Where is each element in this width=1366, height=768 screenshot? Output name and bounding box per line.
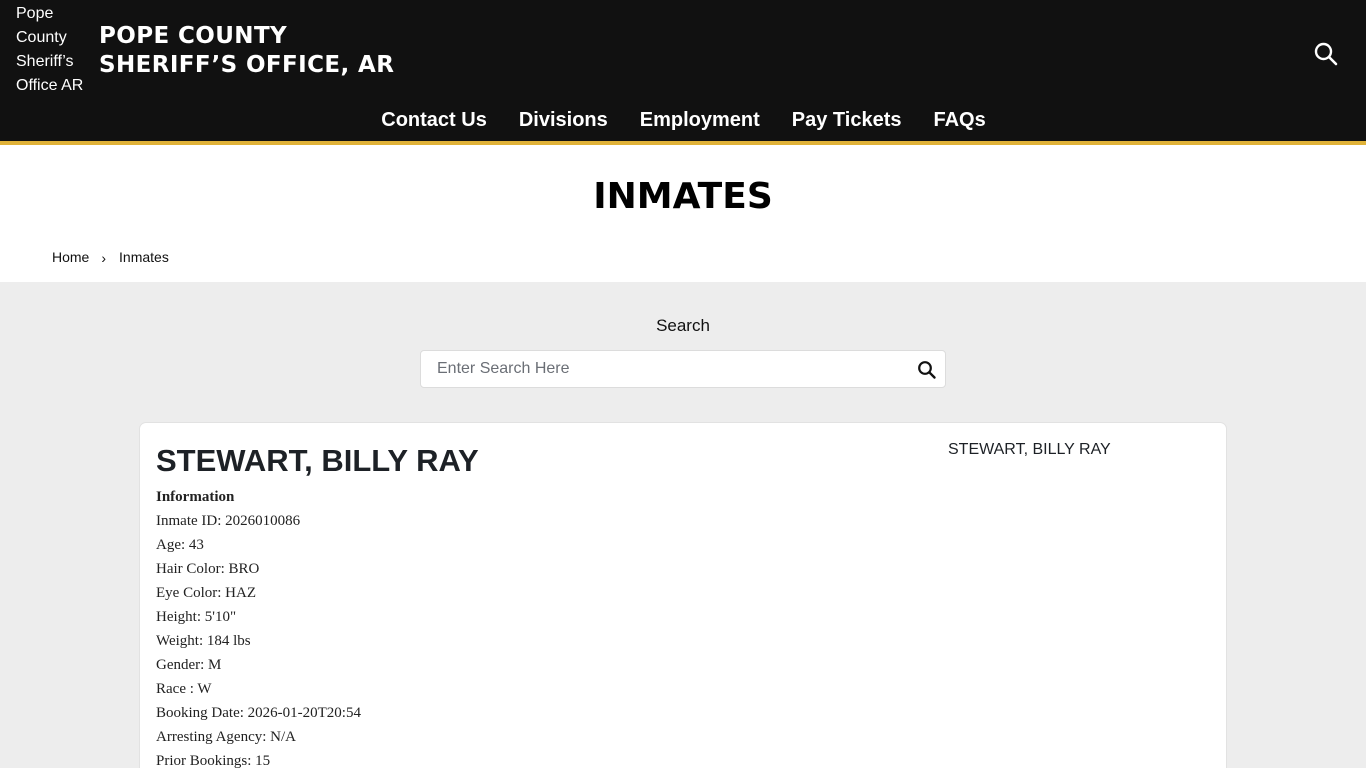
inmate-photo-alt-text: STEWART, BILLY RAY bbox=[948, 441, 1111, 458]
breadcrumb-current: Inmates bbox=[119, 249, 169, 265]
site-title-line-1: POPE COUNTY bbox=[99, 23, 288, 49]
site-logo[interactable]: Pope County Sheriff’s Office AR bbox=[16, 2, 92, 98]
info-weight: Weight: 184 lbs bbox=[156, 633, 251, 649]
nav-item-pay-tickets[interactable]: Pay Tickets bbox=[776, 106, 918, 134]
info-inmate-id: Inmate ID: 2026010086 bbox=[156, 513, 301, 529]
breadcrumb-separator-icon: › bbox=[101, 250, 107, 266]
info-arresting-agency: Arresting Agency: N/A bbox=[156, 729, 296, 745]
search-label: Search bbox=[656, 316, 710, 335]
nav-item-contact-us[interactable]: Contact Us bbox=[365, 106, 503, 134]
site-header: Pope County Sheriff’s Office AR POPE COU… bbox=[0, 0, 1366, 145]
search-input[interactable] bbox=[421, 351, 901, 387]
info-eye-color: Eye Color: HAZ bbox=[156, 585, 256, 601]
inmate-card: STEWART, BILLY RAY STEWART, BILLY RAY In… bbox=[139, 422, 1227, 768]
breadcrumb-home-link[interactable]: Home bbox=[52, 249, 89, 265]
search-icon bbox=[918, 361, 936, 379]
nav-item-employment[interactable]: Employment bbox=[624, 106, 776, 134]
page-title: INMATES bbox=[593, 176, 773, 217]
site-title[interactable]: POPE COUNTY SHERIFF’S OFFICE, AR bbox=[99, 22, 394, 80]
search-submit-button[interactable] bbox=[917, 360, 937, 380]
nav-item-faqs[interactable]: FAQs bbox=[918, 106, 1002, 134]
info-hair-color: Hair Color: BRO bbox=[156, 561, 260, 577]
info-prior-bookings: Prior Bookings: 15 bbox=[156, 753, 271, 768]
header-search-button[interactable] bbox=[1313, 41, 1339, 67]
info-heading: Information bbox=[156, 489, 235, 505]
info-age: Age: 43 bbox=[156, 537, 204, 553]
inmate-name: STEWART, BILLY RAY bbox=[156, 443, 479, 478]
page-title-band: INMATES Home › Inmates bbox=[0, 145, 1366, 282]
search-box bbox=[420, 350, 946, 388]
inmate-photo: STEWART, BILLY RAY bbox=[948, 441, 1111, 459]
site-logo-alt-text: Pope County Sheriff’s Office AR bbox=[16, 5, 84, 94]
search-icon bbox=[1314, 42, 1338, 66]
breadcrumb: Home › Inmates bbox=[52, 249, 169, 266]
main-nav: Contact Us Divisions Employment Pay Tick… bbox=[0, 106, 1366, 134]
info-height: Height: 5'10" bbox=[156, 609, 237, 625]
info-race: Race : W bbox=[156, 681, 212, 697]
info-booking-date: Booking Date: 2026-01-20T20:54 bbox=[156, 705, 361, 721]
site-title-line-2: SHERIFF’S OFFICE, AR bbox=[99, 52, 395, 78]
info-gender: Gender: M bbox=[156, 657, 222, 673]
nav-item-divisions[interactable]: Divisions bbox=[503, 106, 624, 134]
inmate-info: Information Inmate ID: 2026010086 Age: 4… bbox=[156, 485, 361, 768]
